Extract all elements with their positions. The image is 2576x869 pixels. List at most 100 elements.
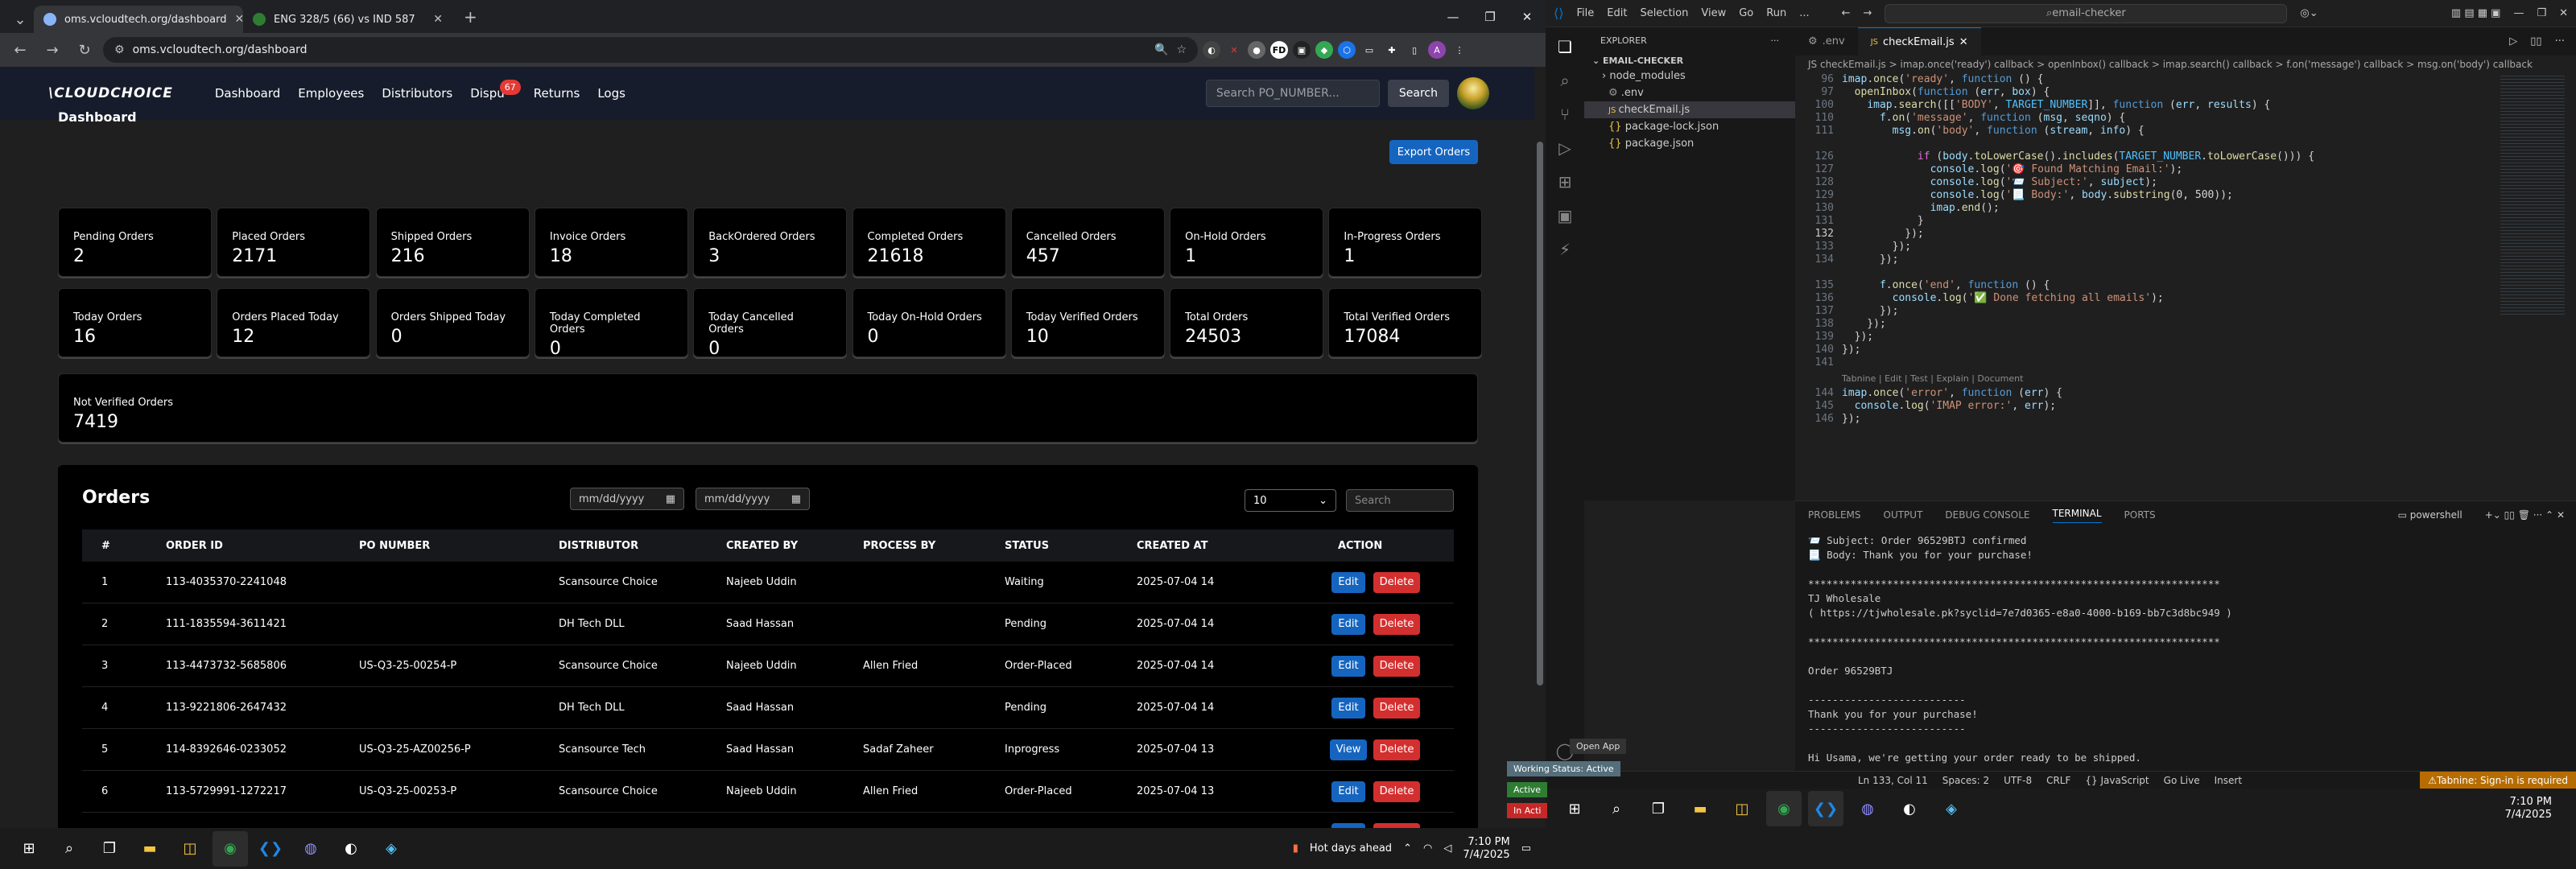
codelens[interactable]: Tabnine | Edit | Test | Explain | Docume…	[1842, 373, 2023, 385]
maximize-icon[interactable]: ❐	[2537, 7, 2546, 19]
app-icon[interactable]: ◐	[1892, 791, 1927, 826]
nav-logs[interactable]: Logs	[597, 86, 625, 101]
weather-text[interactable]: Hot days ahead	[1310, 842, 1392, 855]
extension-icon[interactable]: ▣	[1293, 41, 1311, 59]
minimize-icon[interactable]: —	[1435, 10, 1472, 24]
column-header[interactable]: CREATED BY	[726, 540, 798, 552]
extension-icon[interactable]: ▭	[1360, 41, 1378, 59]
status-item[interactable]: Insert	[2215, 775, 2242, 786]
tree-item-checkemail[interactable]: JS checkEmail.js	[1584, 101, 1795, 118]
notification-icon[interactable]: ▭	[1521, 842, 1531, 855]
date-from-input[interactable]: mm/dd/yyyy ▦	[570, 488, 684, 510]
more-actions-icon[interactable]: ···	[1771, 35, 1780, 46]
tab-env[interactable]: ⚙ .env	[1795, 27, 1858, 56]
inactive-status-button[interactable]: In Acti	[1507, 803, 1548, 818]
nav-disputes[interactable]: Dispu 67	[470, 80, 521, 101]
edit-button[interactable]: Edit	[1331, 571, 1365, 593]
app-icon[interactable]: ◈	[374, 831, 409, 867]
terminal-shell[interactable]: ▭ powershell	[2398, 509, 2462, 521]
user-avatar[interactable]	[1457, 77, 1489, 109]
project-folder[interactable]: ⌄ EMAIL-CHECKER	[1584, 54, 1795, 68]
vscode-icon[interactable]: ❮❯	[253, 831, 288, 867]
menu-edit[interactable]: Edit	[1607, 7, 1627, 19]
close-tab-icon[interactable]: ✕	[433, 13, 443, 26]
tree-item-node-modules[interactable]: › node_modules	[1584, 68, 1795, 84]
page-scrollbar[interactable]	[1534, 67, 1546, 828]
app-icon[interactable]: ◍	[293, 831, 328, 867]
tree-item-package[interactable]: {} package.json	[1584, 135, 1795, 152]
new-terminal-icon[interactable]: +⌄	[2485, 509, 2501, 521]
more-actions-icon[interactable]: ···	[2533, 509, 2542, 521]
scrollbar-thumb[interactable]	[1537, 142, 1543, 686]
split-icon[interactable]: ▯▯	[2504, 509, 2515, 521]
close-icon[interactable]: ✕	[2559, 7, 2568, 19]
view-button[interactable]: View	[1330, 739, 1367, 760]
calendar-icon[interactable]: ▦	[791, 493, 801, 505]
status-item[interactable]: Spaces: 2	[1942, 775, 1989, 786]
weather-icon[interactable]: ▮	[1293, 842, 1298, 855]
close-icon[interactable]: ✕	[1509, 10, 1546, 24]
vscode-icon[interactable]: ❮❯	[1808, 791, 1843, 826]
extension-icon[interactable]: ●	[1248, 41, 1265, 59]
app-icon[interactable]: ◈	[1934, 791, 1969, 826]
nav-dashboard[interactable]: Dashboard	[215, 86, 280, 101]
task-view-icon[interactable]: ❐	[92, 831, 127, 867]
column-header[interactable]: #	[101, 540, 110, 552]
extension-icon[interactable]: FD	[1270, 41, 1288, 59]
delete-button[interactable]: Delete	[1373, 780, 1420, 802]
wifi-icon[interactable]: ◠	[1423, 842, 1432, 855]
copilot-icon[interactable]: ◎⌄	[2300, 7, 2318, 19]
reload-icon[interactable]: ↻	[71, 36, 98, 64]
clock[interactable]: 7:10 PM 7/4/2025	[2505, 796, 2576, 822]
extensions-puzzle-icon[interactable]: ✚	[1383, 41, 1401, 59]
working-status-badge[interactable]: Working Status: Active	[1507, 761, 1620, 776]
file-explorer-icon[interactable]: ▬	[1682, 791, 1718, 826]
maximize-panel-icon[interactable]: ⌃	[2545, 509, 2553, 521]
code-view[interactable]: 96 imap.once('ready', function () { 97 op…	[1795, 73, 2496, 500]
app-icon[interactable]: ◍	[1850, 791, 1885, 826]
status-item[interactable]: CRLF	[2046, 775, 2070, 786]
command-center[interactable]: ⌕ email-checker	[1885, 3, 2288, 23]
status-item[interactable]: UTF-8	[2004, 775, 2032, 786]
panel-tab-debug[interactable]: DEBUG CONSOLE	[1945, 509, 2029, 521]
nav-distributors[interactable]: Distributors	[382, 86, 452, 101]
tabnine-icon[interactable]: ⚡	[1559, 240, 1571, 259]
address-bar[interactable]: ⚙ oms.vcloudtech.org/dashboard 🔍 ☆	[103, 37, 1198, 63]
trash-icon[interactable]: 🗑	[2518, 509, 2530, 521]
status-item[interactable]: Ln 133, Col 11	[1858, 775, 1928, 786]
task-view-icon[interactable]: ❐	[1641, 791, 1676, 826]
menu-go[interactable]: Go	[1739, 7, 1753, 19]
po-search-input[interactable]: Search PO_NUMBER...	[1205, 80, 1380, 107]
forward-icon[interactable]: →	[39, 36, 66, 64]
close-panel-icon[interactable]: ✕	[2557, 509, 2565, 521]
edit-button[interactable]: Edit	[1331, 655, 1365, 677]
chrome-icon[interactable]: ◉	[1766, 791, 1802, 826]
run-icon[interactable]: ▷	[2509, 35, 2517, 47]
column-header[interactable]: DISTRIBUTOR	[559, 540, 638, 552]
nav-employees[interactable]: Employees	[298, 86, 364, 101]
column-header[interactable]: ORDER ID	[166, 540, 223, 552]
nav-back-icon[interactable]: ←	[1842, 7, 1851, 19]
layout-icon[interactable]: ▥ ▤ ▦ ▣	[2451, 7, 2501, 19]
tree-item-package-lock[interactable]: {} package-lock.json	[1584, 118, 1795, 135]
store-icon[interactable]: ◫	[1724, 791, 1760, 826]
column-header[interactable]: STATUS	[1005, 540, 1049, 552]
site-info-icon[interactable]: ⚙	[114, 43, 125, 56]
edit-button[interactable]: Edit	[1331, 697, 1365, 719]
volume-icon[interactable]: ◁	[1443, 842, 1451, 855]
explorer-icon[interactable]: ❏	[1558, 37, 1572, 56]
sidepanel-icon[interactable]: ▯	[1406, 41, 1423, 59]
status-item[interactable]: Go Live	[2164, 775, 2200, 786]
tab-checkemail[interactable]: JS checkEmail.js ✕	[1857, 27, 1981, 56]
bookmark-star-icon[interactable]: ☆	[1176, 43, 1187, 56]
minimize-icon[interactable]: —	[2513, 7, 2524, 19]
store-icon[interactable]: ◫	[172, 831, 208, 867]
breadcrumb[interactable]: JS checkEmail.js > imap.once('ready') ca…	[1795, 56, 2576, 73]
tray-chevron-icon[interactable]: ⌃	[1403, 842, 1412, 855]
calendar-icon[interactable]: ▦	[666, 493, 675, 505]
table-search-input[interactable]: Search	[1346, 489, 1454, 512]
start-icon[interactable]: ⊞	[1557, 791, 1592, 826]
run-debug-icon[interactable]: ▷	[1558, 138, 1571, 158]
start-icon[interactable]: ⊞	[11, 831, 47, 867]
tabnine-status[interactable]: ⚠ Tabnine: Sign-in is required	[2420, 772, 2576, 789]
